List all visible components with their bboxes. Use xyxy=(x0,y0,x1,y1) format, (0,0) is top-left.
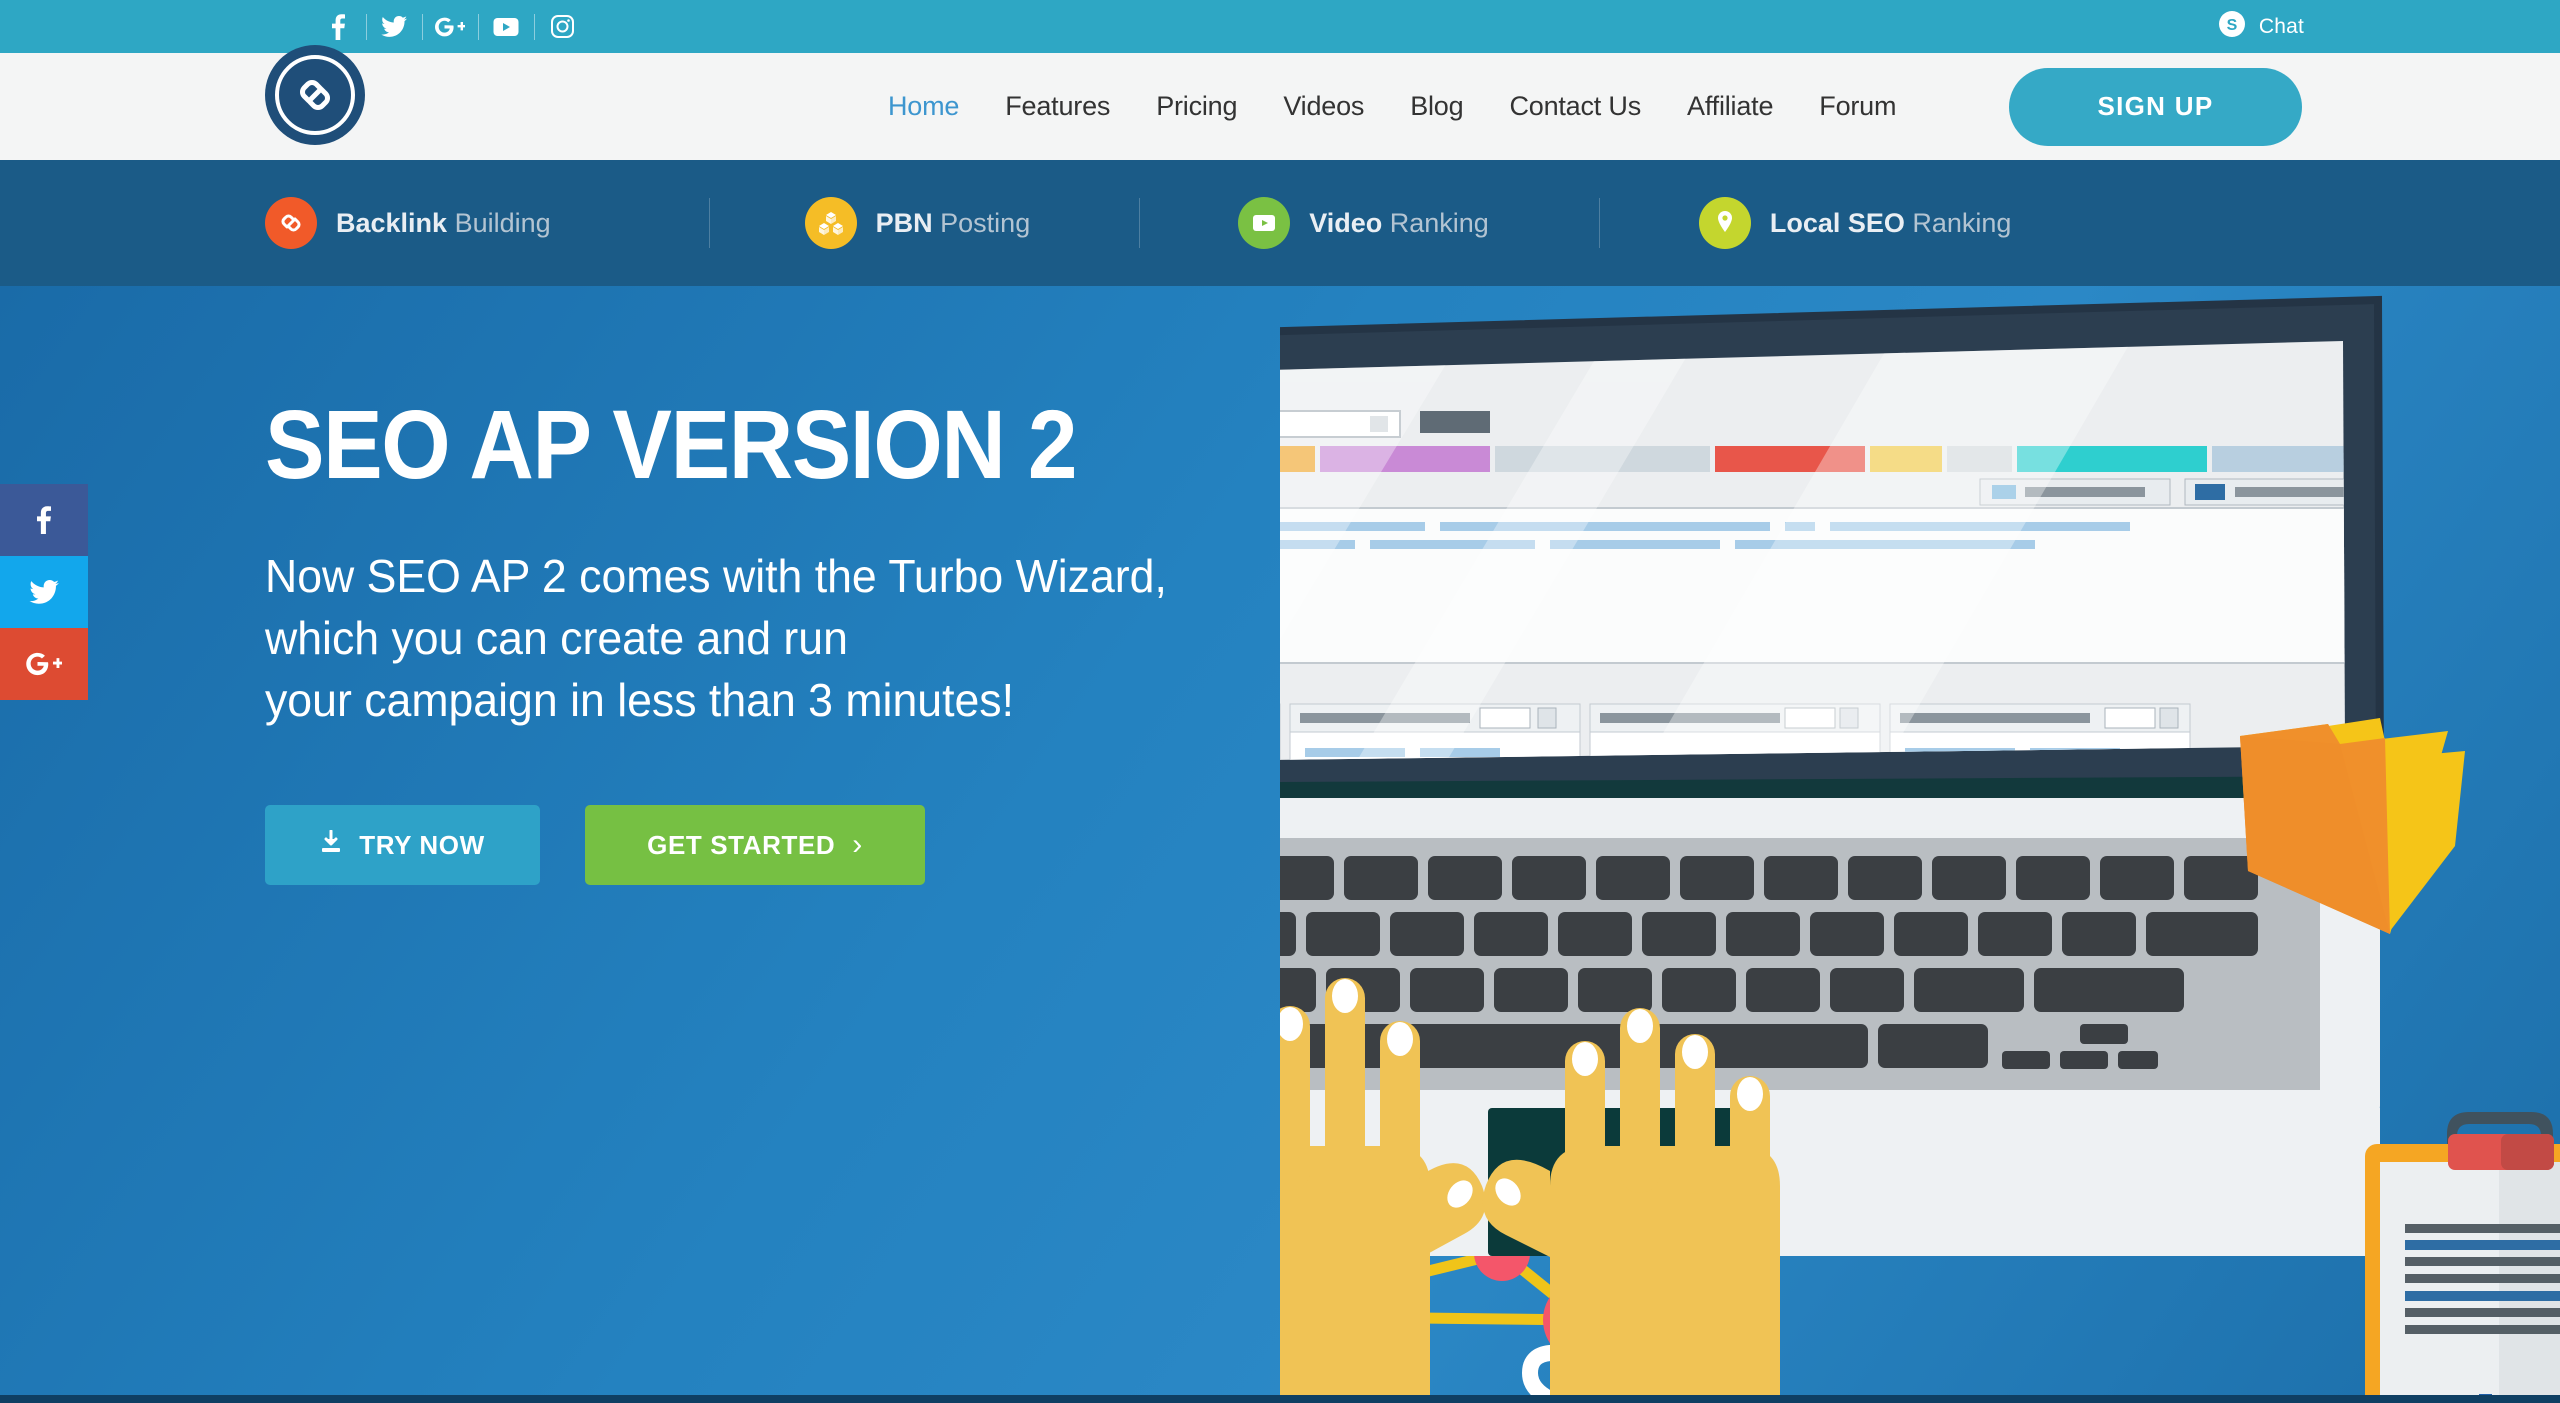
feature-label-rest: Posting xyxy=(932,207,1031,238)
cubes-icon xyxy=(804,197,857,249)
feature-label-strong: Backlink xyxy=(336,207,448,238)
feature-strip: Backlink Building PBN Posting Video Rank… xyxy=(0,160,2560,286)
nav-item-home[interactable]: Home xyxy=(865,91,982,122)
top-social-bar: S Chat xyxy=(0,0,2560,53)
feature-label-rest: Ranking xyxy=(1382,207,1489,238)
feature-video-ranking[interactable]: Video Ranking xyxy=(1238,197,1489,249)
google-plus-icon[interactable] xyxy=(422,12,478,42)
chat-label: Chat xyxy=(2258,14,2304,38)
feature-label-rest: Building xyxy=(447,207,551,238)
feature-label-strong: Local SEO xyxy=(1769,207,1905,238)
youtube-icon[interactable] xyxy=(478,12,534,42)
feature-separator xyxy=(1598,198,1600,248)
sign-up-button[interactable]: SIGN UP xyxy=(2009,67,2302,146)
hero-bottom-strip xyxy=(0,1395,2560,1403)
download-icon xyxy=(320,829,342,861)
chain-link-logo-icon[interactable] xyxy=(265,45,365,145)
get-started-label: GET STARTED xyxy=(647,829,836,860)
get-started-button[interactable]: GET STARTED › xyxy=(585,805,925,886)
skype-icon: S xyxy=(2218,10,2246,43)
google-plus-share-icon[interactable] xyxy=(0,628,88,700)
logo-ring xyxy=(275,55,355,135)
nav-item-blog[interactable]: Blog xyxy=(1387,91,1486,122)
facebook-icon[interactable] xyxy=(310,12,366,42)
feature-label: PBN Posting xyxy=(876,208,1031,239)
nav-item-contact-us[interactable]: Contact Us xyxy=(1486,91,1664,122)
skype-chat-link[interactable]: S Chat xyxy=(2218,10,2304,43)
feature-local-seo-ranking[interactable]: Local SEO Ranking xyxy=(1698,197,2012,249)
map-pin-icon xyxy=(1698,197,1751,249)
social-share-rail xyxy=(0,484,88,700)
try-now-button[interactable]: TRY NOW xyxy=(265,805,540,886)
nav-item-forum[interactable]: Forum xyxy=(1796,91,1919,122)
nav-item-features[interactable]: Features xyxy=(982,91,1133,122)
main-navigation: Home Features Pricing Videos Blog Contac… xyxy=(865,91,1919,122)
twitter-icon[interactable] xyxy=(366,12,422,42)
nav-item-videos[interactable]: Videos xyxy=(1260,91,1387,122)
clipboard-chart-illustration xyxy=(2365,1112,2560,1403)
nav-item-pricing[interactable]: Pricing xyxy=(1133,91,1260,122)
feature-label: Local SEO Ranking xyxy=(1770,208,2012,239)
laptop-illustration xyxy=(1280,295,2385,1256)
feature-label: Video Ranking xyxy=(1309,208,1489,239)
play-icon xyxy=(1238,197,1291,249)
twitter-share-icon[interactable] xyxy=(0,556,88,628)
hero-illustration xyxy=(1280,286,2560,1403)
facebook-share-icon[interactable] xyxy=(0,484,88,556)
try-now-label: TRY NOW xyxy=(359,829,485,860)
instagram-icon[interactable] xyxy=(534,12,590,42)
hero-section: SEO AP VERSION 2 Now SEO AP 2 comes with… xyxy=(0,286,2560,1403)
top-social-links xyxy=(310,12,590,42)
svg-text:S: S xyxy=(2226,17,2237,34)
chevron-right-icon: › xyxy=(852,828,863,862)
feature-separator xyxy=(708,198,710,248)
feature-label-strong: PBN xyxy=(875,207,933,238)
feature-label-rest: Ranking xyxy=(1904,207,2012,238)
feature-pbn-posting[interactable]: PBN Posting xyxy=(804,197,1031,249)
feature-label: Backlink Building xyxy=(336,208,551,239)
chain-link-icon xyxy=(265,197,317,249)
site-header: Home Features Pricing Videos Blog Contac… xyxy=(0,45,2560,160)
feature-label-strong: Video xyxy=(1309,207,1383,238)
feature-backlink-building[interactable]: Backlink Building xyxy=(265,197,551,249)
feature-separator xyxy=(1139,198,1141,248)
nav-item-affiliate[interactable]: Affiliate xyxy=(1664,91,1796,122)
